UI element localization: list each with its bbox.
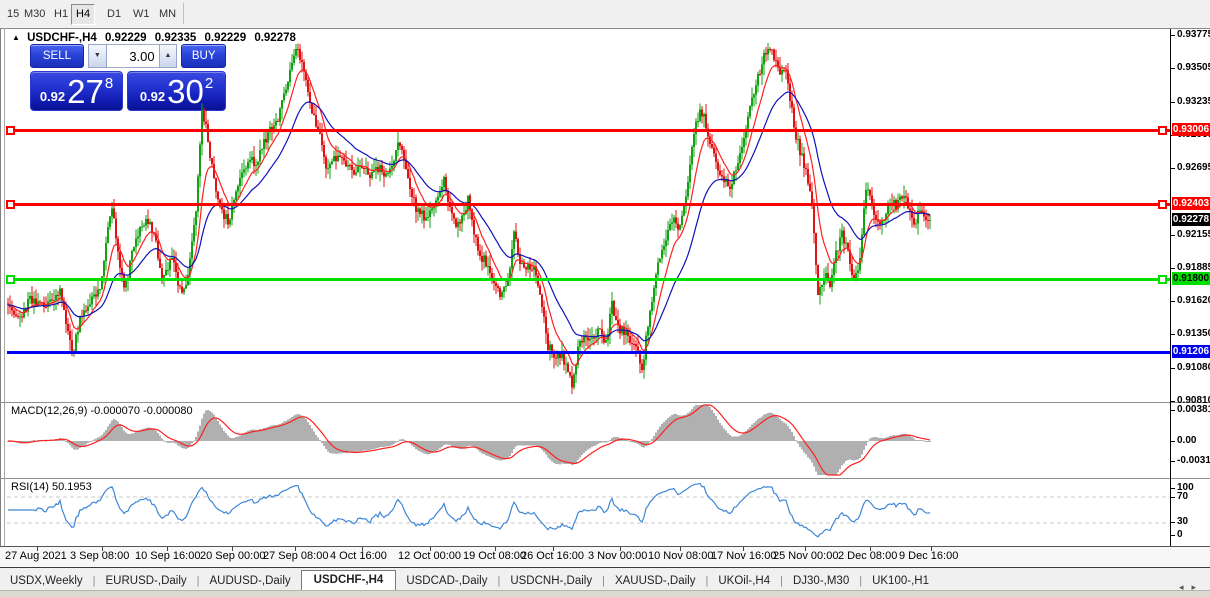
rsi-panel bbox=[7, 482, 1170, 538]
date-axis-label: 20 Sep 00:00 bbox=[200, 550, 266, 562]
price-level-badge: 0.92278 bbox=[1172, 213, 1210, 226]
price-axis-tick bbox=[1171, 35, 1175, 36]
price-axis-tick bbox=[1171, 268, 1175, 269]
separator-main-macd[interactable] bbox=[0, 402, 1210, 403]
chart-tab-bar: USDX,Weekly | EURUSD-,Daily | AUDUSD-,Daily U… bbox=[0, 567, 1210, 591]
date-axis-label: 3 Nov 00:00 bbox=[588, 550, 648, 562]
price-axis-label: 0.91350 bbox=[1177, 328, 1210, 339]
chart-tab-eurusd-daily[interactable]: EURUSD-,Daily bbox=[96, 572, 197, 591]
price-axis-label: 0.91620 bbox=[1177, 295, 1210, 306]
chart-tab-usdchf-h4[interactable]: USDCHF-,H4 bbox=[300, 570, 397, 591]
date-axis-label: 3 Sep 08:00 bbox=[70, 550, 130, 562]
main-price-panel[interactable] bbox=[7, 42, 931, 395]
chart-tab-usdcad-daily[interactable]: USDCAD-,Daily bbox=[396, 572, 497, 591]
macd-axis-label: 0.00 bbox=[1177, 435, 1197, 446]
date-axis-label: 4 Oct 16:00 bbox=[330, 550, 387, 562]
macd-label: MACD(12,26,9) -0.000070 -0.000080 bbox=[11, 405, 193, 417]
macd-axis-label: -0.00311 bbox=[1177, 455, 1210, 466]
macd-axis-tick bbox=[1171, 461, 1175, 462]
price-axis-label: 0.93235 bbox=[1177, 96, 1210, 107]
price-level-badge: 0.92403 bbox=[1172, 197, 1210, 210]
date-axis-label: 10 Sep 16:00 bbox=[135, 550, 201, 562]
price-axis-tick bbox=[1171, 102, 1175, 103]
macd-axis-label: 0.003811 bbox=[1177, 404, 1210, 415]
macd-axis-tick bbox=[1171, 410, 1175, 411]
price-axis-tick bbox=[1171, 168, 1175, 169]
date-axis-label: 10 Nov 08:00 bbox=[648, 550, 714, 562]
macd-axis-tick bbox=[1171, 441, 1175, 442]
chart-tab-ukoil-h4[interactable]: UKOil-,H4 bbox=[708, 572, 780, 591]
chart-tab-audusd-daily[interactable]: AUDUSD-,Daily bbox=[200, 572, 301, 591]
rsi-axis-label: 30 bbox=[1177, 516, 1189, 527]
price-level-badge: 0.91800 bbox=[1172, 272, 1210, 285]
rsi-axis-label: 0 bbox=[1177, 529, 1183, 540]
date-axis-label: 17 Nov 16:00 bbox=[711, 550, 777, 562]
price-axis-label: 0.91080 bbox=[1177, 362, 1210, 373]
price-axis-tick bbox=[1171, 301, 1175, 302]
date-axis-label: 26 Oct 16:00 bbox=[521, 550, 584, 562]
price-axis-label: 0.93505 bbox=[1177, 62, 1210, 73]
date-axis-label: 12 Oct 00:00 bbox=[398, 550, 461, 562]
price-chart-canvas[interactable] bbox=[0, 0, 1210, 597]
bottom-strip bbox=[0, 590, 1210, 597]
rsi-axis-tick bbox=[1171, 522, 1175, 523]
horizontal-level-lines[interactable] bbox=[6, 126, 1170, 354]
mt4-window: 15 M30 H1 H4 D1 W1 MN ▲ USDCHF-,H4 0.92229 0.9… bbox=[0, 0, 1210, 597]
price-axis-label: 0.92155 bbox=[1177, 229, 1210, 240]
chart-tab-xauusd-daily[interactable]: XAUUSD-,Daily bbox=[605, 572, 706, 591]
date-axis-label: 9 Dec 16:00 bbox=[899, 550, 959, 562]
price-axis-tick bbox=[1171, 235, 1175, 236]
date-axis-label: 27 Sep 08:00 bbox=[263, 550, 329, 562]
price-axis-tick bbox=[1171, 401, 1175, 402]
date-axis-label: 27 Aug 2021 bbox=[5, 550, 67, 562]
price-axis-label: 0.93775 bbox=[1177, 29, 1210, 40]
chart-tab-usdx-weekly[interactable]: USDX,Weekly bbox=[0, 572, 93, 591]
date-axis-label: 25 Nov 00:00 bbox=[773, 550, 839, 562]
chart-tab-uk100-h1[interactable]: UK100-,H1 bbox=[862, 572, 939, 591]
date-axis[interactable]: 27 Aug 2021 3 Sep 08:00 10 Sep 16:00 20 Sep… bbox=[0, 547, 1210, 568]
chart-tab-dj30-m30[interactable]: DJ30-,M30 bbox=[783, 572, 859, 591]
price-axis-line bbox=[1170, 29, 1171, 546]
separator-macd-rsi[interactable] bbox=[0, 478, 1210, 479]
rsi-label: RSI(14) 50.1953 bbox=[11, 481, 92, 493]
rsi-axis-tick bbox=[1171, 535, 1175, 536]
price-axis-label: 0.92695 bbox=[1177, 162, 1210, 173]
price-level-badge: 0.93006 bbox=[1172, 123, 1210, 136]
rsi-axis-tick bbox=[1171, 497, 1175, 498]
chart-tab-usdcnh-daily[interactable]: USDCNH-,Daily bbox=[500, 572, 602, 591]
date-axis-label: 19 Oct 08:00 bbox=[463, 550, 526, 562]
price-axis-tick bbox=[1171, 368, 1175, 369]
rsi-axis-label: 70 bbox=[1177, 491, 1189, 502]
rsi-axis-tick bbox=[1171, 488, 1175, 489]
price-axis-tick bbox=[1171, 68, 1175, 69]
price-axis-tick bbox=[1171, 334, 1175, 335]
date-axis-label: 2 Dec 08:00 bbox=[838, 550, 898, 562]
price-level-badge: 0.91206 bbox=[1172, 345, 1210, 358]
